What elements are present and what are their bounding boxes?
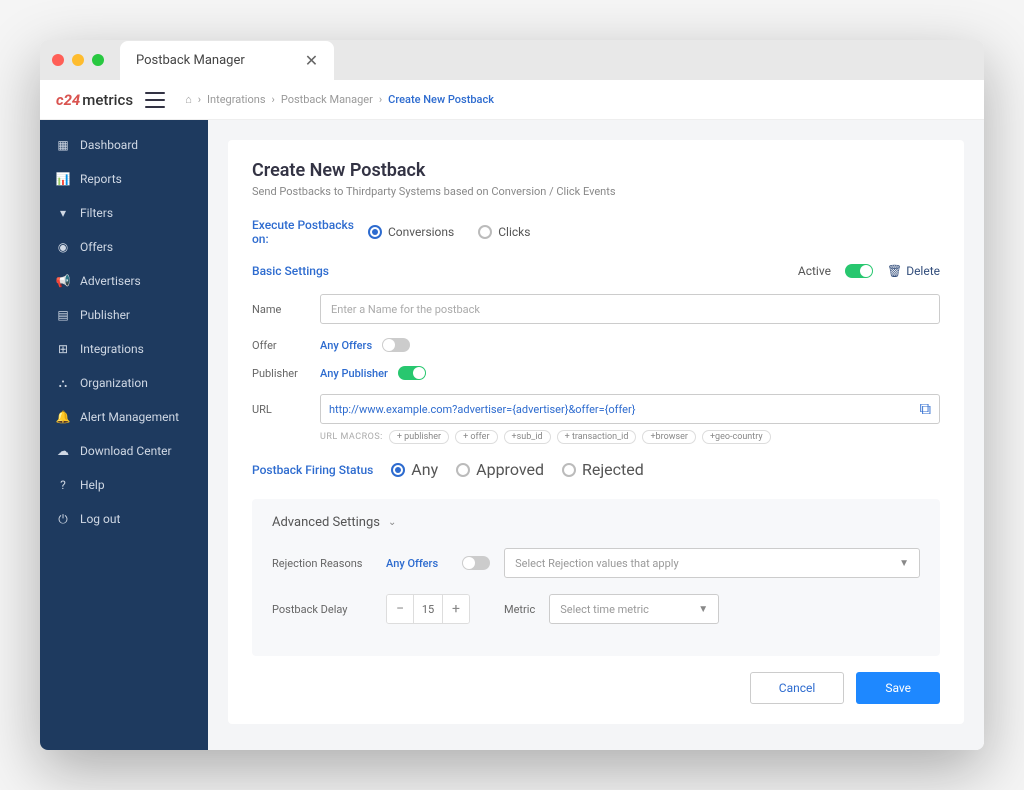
- close-window-icon[interactable]: [52, 54, 64, 66]
- metric-select[interactable]: Select time metric ▼: [549, 594, 719, 624]
- home-icon[interactable]: ⌂: [185, 93, 192, 106]
- advertisers-icon: 📢: [56, 274, 70, 288]
- macro-chip[interactable]: + offer: [455, 430, 497, 444]
- logo[interactable]: c24 metrics: [56, 91, 133, 109]
- metric-label: Metric: [504, 603, 535, 616]
- sidebar-item-download-center[interactable]: ☁Download Center: [40, 434, 208, 468]
- radio-approved[interactable]: Approved: [456, 460, 544, 479]
- sidebar: ▦Dashboard 📊Reports ▾Filters ◉Offers 📢Ad…: [40, 120, 208, 750]
- delay-input[interactable]: [413, 595, 443, 623]
- dashboard-icon: ▦: [56, 138, 70, 152]
- publisher-icon: ▤: [56, 308, 70, 322]
- offers-icon: ◉: [56, 240, 70, 254]
- content-area: Create New Postback Send Postbacks to Th…: [208, 120, 984, 750]
- firing-status-label: Postback Firing Status: [252, 463, 373, 477]
- publisher-value: Any Publisher: [320, 367, 388, 380]
- sidebar-item-integrations[interactable]: ⊞Integrations: [40, 332, 208, 366]
- logo-suffix: metrics: [82, 91, 133, 109]
- sidebar-item-logout[interactable]: ⏻Log out: [40, 502, 208, 536]
- chevron-down-icon: ▼: [899, 558, 909, 569]
- minimize-window-icon[interactable]: [72, 54, 84, 66]
- publisher-label: Publisher: [252, 367, 320, 380]
- logout-icon: ⏻: [56, 512, 70, 526]
- rejection-select[interactable]: Select Rejection values that apply ▼: [504, 548, 920, 578]
- macro-chip[interactable]: + transaction_id: [557, 430, 637, 444]
- breadcrumb-current: Create New Postback: [388, 93, 494, 106]
- sidebar-item-dashboard[interactable]: ▦Dashboard: [40, 128, 208, 162]
- integrations-icon: ⊞: [56, 342, 70, 356]
- logo-prefix: c24: [56, 91, 80, 109]
- sidebar-item-organization[interactable]: ⛬Organization: [40, 366, 208, 400]
- trash-icon: 🗑: [887, 264, 902, 278]
- radio-clicks[interactable]: Clicks: [478, 225, 530, 239]
- breadcrumb-item[interactable]: Postback Manager: [281, 93, 373, 106]
- url-label: URL: [252, 403, 320, 416]
- filters-icon: ▾: [56, 206, 70, 220]
- sidebar-item-reports[interactable]: 📊Reports: [40, 162, 208, 196]
- radio-conversions[interactable]: Conversions: [368, 225, 454, 239]
- sidebar-item-publisher[interactable]: ▤Publisher: [40, 298, 208, 332]
- name-input[interactable]: [320, 294, 940, 324]
- advanced-toggle[interactable]: Advanced Settings ⌄: [272, 515, 920, 530]
- stepper-minus[interactable]: −: [387, 595, 413, 623]
- app-window: Postback Manager ✕ c24 metrics ⌂ › Integ…: [40, 40, 984, 750]
- url-input[interactable]: [329, 403, 920, 416]
- breadcrumb: ⌂ › Integrations › Postback Manager › Cr…: [185, 93, 494, 106]
- advanced-settings: Advanced Settings ⌄ Rejection Reasons An…: [252, 499, 940, 656]
- active-toggle[interactable]: [845, 264, 873, 278]
- name-label: Name: [252, 303, 320, 316]
- delay-label: Postback Delay: [272, 603, 372, 616]
- macro-chip[interactable]: +sub_id: [504, 430, 551, 444]
- help-icon: ?: [56, 478, 70, 492]
- page-title: Create New Postback: [252, 160, 940, 181]
- rejection-value: Any Offers: [386, 557, 438, 570]
- macro-chip[interactable]: + publisher: [389, 430, 449, 444]
- delete-button[interactable]: 🗑 Delete: [887, 264, 940, 278]
- sidebar-item-offers[interactable]: ◉Offers: [40, 230, 208, 264]
- browser-tab[interactable]: Postback Manager ✕: [120, 41, 334, 80]
- chevron-down-icon: ⌄: [388, 517, 396, 528]
- hamburger-icon[interactable]: [145, 92, 165, 108]
- delay-stepper[interactable]: − +: [386, 594, 470, 624]
- sidebar-item-alert-management[interactable]: 🔔Alert Management: [40, 400, 208, 434]
- macros-label: URL MACROS:: [320, 432, 383, 442]
- reports-icon: 📊: [56, 172, 70, 186]
- close-tab-icon[interactable]: ✕: [305, 51, 318, 70]
- copy-icon[interactable]: ⧉: [920, 399, 931, 419]
- active-label: Active: [798, 264, 831, 278]
- macro-chip[interactable]: +geo-country: [702, 430, 771, 444]
- offer-label: Offer: [252, 339, 320, 352]
- rejection-label: Rejection Reasons: [272, 557, 372, 570]
- save-button[interactable]: Save: [856, 672, 940, 704]
- macro-chip[interactable]: +browser: [642, 430, 696, 444]
- publisher-toggle[interactable]: [398, 366, 426, 380]
- breadcrumb-item[interactable]: Integrations: [207, 93, 265, 106]
- radio-rejected[interactable]: Rejected: [562, 460, 644, 479]
- download-icon: ☁: [56, 444, 70, 458]
- topbar: c24 metrics ⌂ › Integrations › Postback …: [40, 80, 984, 120]
- titlebar: Postback Manager ✕: [40, 40, 984, 80]
- offer-value: Any Offers: [320, 339, 372, 352]
- maximize-window-icon[interactable]: [92, 54, 104, 66]
- offer-toggle[interactable]: [382, 338, 410, 352]
- sidebar-item-help[interactable]: ?Help: [40, 468, 208, 502]
- alert-icon: 🔔: [56, 410, 70, 424]
- tab-title: Postback Manager: [136, 53, 245, 68]
- execute-label: Execute Postbacks on:: [252, 218, 368, 246]
- basic-settings-title: Basic Settings: [252, 264, 329, 278]
- sidebar-item-advertisers[interactable]: 📢Advertisers: [40, 264, 208, 298]
- rejection-toggle[interactable]: [462, 556, 490, 570]
- chevron-down-icon: ▼: [698, 604, 708, 615]
- organization-icon: ⛬: [56, 376, 70, 390]
- cancel-button[interactable]: Cancel: [750, 672, 845, 704]
- stepper-plus[interactable]: +: [443, 595, 469, 623]
- radio-any[interactable]: Any: [391, 460, 438, 479]
- page-subtitle: Send Postbacks to Thirdparty Systems bas…: [252, 185, 940, 198]
- form-panel: Create New Postback Send Postbacks to Th…: [228, 140, 964, 724]
- traffic-lights: [52, 54, 104, 66]
- sidebar-item-filters[interactable]: ▾Filters: [40, 196, 208, 230]
